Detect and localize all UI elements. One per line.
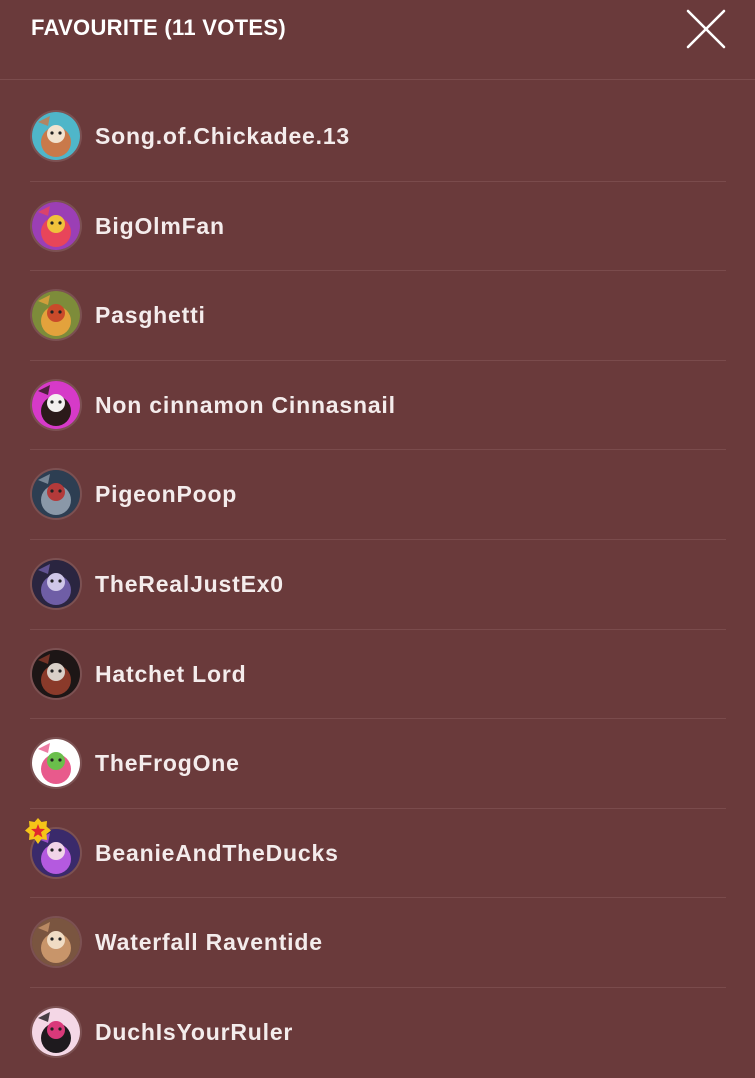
voter-row[interactable]: Waterfall Raventide bbox=[30, 898, 726, 988]
user-avatar[interactable] bbox=[32, 291, 80, 340]
user-avatar[interactable] bbox=[32, 559, 80, 608]
username[interactable]: Pasghetti bbox=[95, 300, 206, 330]
username[interactable]: DuchIsYourRuler bbox=[95, 1017, 293, 1047]
user-avatar[interactable] bbox=[32, 470, 80, 519]
username[interactable]: TheRealJustEx0 bbox=[95, 569, 284, 599]
voter-row[interactable]: Hatchet Lord bbox=[30, 630, 726, 720]
username[interactable]: BeanieAndTheDucks bbox=[95, 838, 339, 868]
username[interactable]: Hatchet Lord bbox=[95, 659, 246, 689]
user-avatar[interactable] bbox=[32, 739, 80, 788]
username[interactable]: TheFrogOne bbox=[95, 748, 240, 778]
voter-row[interactable]: BigOlmFan bbox=[30, 182, 726, 272]
voter-row[interactable]: Non cinnamon Cinnasnail bbox=[30, 361, 726, 451]
username[interactable]: BigOlmFan bbox=[95, 211, 225, 241]
voter-row[interactable]: Pasghetti bbox=[30, 271, 726, 361]
voter-list: Song.of.Chickadee.13 BigOlmFan Pasghetti No… bbox=[25, 92, 726, 1078]
voter-row[interactable]: TheFrogOne bbox=[30, 719, 726, 809]
close-button[interactable] bbox=[684, 7, 728, 51]
modal-header: FAVOURITE (11 VOTES) bbox=[0, 0, 755, 80]
voter-row[interactable]: TheRealJustEx0 bbox=[30, 540, 726, 630]
username[interactable]: Waterfall Raventide bbox=[95, 927, 323, 957]
modal-title: FAVOURITE (11 VOTES) bbox=[31, 15, 286, 40]
user-avatar[interactable] bbox=[32, 1007, 80, 1056]
user-avatar[interactable] bbox=[32, 112, 80, 160]
close-icon bbox=[686, 9, 726, 49]
username[interactable]: PigeonPoop bbox=[95, 479, 237, 509]
star-badge-icon bbox=[24, 817, 52, 845]
voter-row[interactable]: BeanieAndTheDucks bbox=[25, 809, 726, 899]
username[interactable]: Song.of.Chickadee.13 bbox=[95, 121, 350, 151]
username[interactable]: Non cinnamon Cinnasnail bbox=[95, 390, 396, 420]
user-avatar[interactable] bbox=[32, 918, 80, 967]
voter-row[interactable]: PigeonPoop bbox=[30, 450, 726, 540]
voter-row[interactable]: DuchIsYourRuler bbox=[30, 988, 726, 1078]
user-avatar[interactable] bbox=[32, 649, 80, 698]
voter-row[interactable]: Song.of.Chickadee.13 bbox=[30, 92, 726, 182]
user-avatar[interactable] bbox=[32, 201, 80, 250]
user-avatar[interactable] bbox=[32, 380, 80, 429]
